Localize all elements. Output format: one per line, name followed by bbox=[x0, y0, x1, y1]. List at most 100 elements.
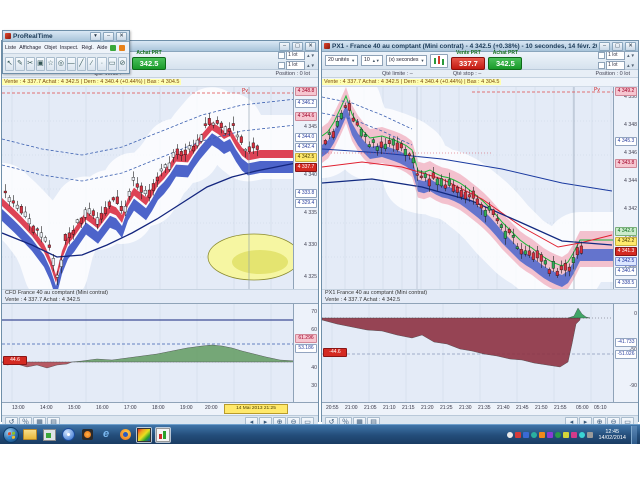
taskbar-app-prorealtime[interactable] bbox=[136, 426, 152, 443]
position-label: Position : 0 lot bbox=[275, 70, 310, 77]
lot-stepper-icon[interactable]: ▲▼ bbox=[306, 53, 315, 58]
pin-icon[interactable]: ▾ bbox=[90, 31, 101, 41]
taskbar-app-internet-explorer[interactable]: e bbox=[98, 427, 114, 443]
tray-icon[interactable] bbox=[547, 431, 554, 438]
maximize-icon[interactable]: ▢ bbox=[292, 41, 303, 51]
position-header-right: Qté limite : – Qté stop : – Position : 0… bbox=[322, 70, 638, 78]
taskbar-app-editor[interactable] bbox=[41, 427, 57, 443]
maximize-icon[interactable]: ▢ bbox=[612, 41, 623, 51]
erase-tool-icon[interactable]: ✂ bbox=[25, 56, 35, 71]
minimize-icon[interactable]: – bbox=[599, 41, 610, 51]
lot-size-field[interactable]: 1 lot bbox=[606, 51, 626, 60]
lot-size-field[interactable]: 1 lot bbox=[286, 61, 306, 70]
tray-icon[interactable] bbox=[587, 431, 594, 438]
lot-checkbox[interactable] bbox=[598, 52, 606, 59]
taskbar-app-media-player[interactable] bbox=[79, 427, 95, 443]
axis-tick-label: 40 bbox=[311, 365, 317, 371]
tray-icon[interactable] bbox=[531, 431, 538, 438]
point-tool-icon[interactable]: · bbox=[97, 56, 107, 71]
taskbar-app-browser-compass[interactable] bbox=[60, 427, 76, 443]
tray-icon[interactable] bbox=[579, 431, 586, 438]
axis-value-box: 4 342.4 bbox=[295, 143, 317, 152]
rect-tool-icon[interactable]: ▭ bbox=[107, 56, 117, 71]
price-chart-canvas[interactable]: Pv bbox=[2, 87, 296, 289]
workspace-green-icon[interactable] bbox=[110, 44, 117, 51]
desktop: 5 minutes, 14 Mai 2013 – ▢ ✕ Qté Limite … bbox=[0, 0, 640, 480]
menu-item-affichage[interactable]: Affichage bbox=[19, 45, 41, 51]
buy-button[interactable]: 342.5 bbox=[132, 57, 166, 70]
lot-checkbox[interactable] bbox=[278, 62, 286, 69]
firefox-icon bbox=[119, 429, 131, 440]
tray-icon[interactable] bbox=[563, 431, 570, 438]
tray-icon[interactable] bbox=[555, 431, 562, 438]
axis-tick-label: 4 344 bbox=[624, 178, 637, 184]
taskbar: e 12:45 14/02/2014 bbox=[0, 424, 640, 444]
taskbar-app-explorer[interactable] bbox=[22, 427, 38, 443]
tray-icon[interactable] bbox=[571, 431, 578, 438]
internet-explorer-icon: e bbox=[102, 428, 110, 440]
lot-stepper-icon[interactable]: ▲▼ bbox=[306, 63, 315, 68]
close-icon[interactable]: ✕ bbox=[625, 41, 636, 51]
indicator-canvas[interactable] bbox=[2, 304, 296, 402]
alert-orange-icon[interactable] bbox=[119, 44, 126, 51]
tray-icon[interactable] bbox=[507, 431, 514, 438]
axis-value-box: 4 349.2 bbox=[615, 87, 637, 96]
taskbar-app-trading-app[interactable] bbox=[155, 426, 171, 443]
lot-stepper-icon[interactable]: ▲▼ bbox=[626, 63, 635, 68]
zoom-tool-icon[interactable]: ◎ bbox=[56, 56, 66, 71]
price-chart-canvas[interactable]: Pv bbox=[322, 87, 616, 289]
time-tick-label: 18:00 bbox=[152, 405, 165, 411]
minimize-icon[interactable]: – bbox=[103, 31, 114, 41]
sell-header: Vente PRT bbox=[456, 50, 481, 56]
sell-button[interactable]: 337.7 bbox=[451, 57, 486, 70]
axis-tick-label: 4 340 bbox=[304, 172, 317, 178]
ellipse-tool-icon[interactable]: ⊘ bbox=[117, 56, 127, 71]
price-chart-left[interactable]: Pv 4 345 4 340 4 335 4 330 4 325 4 348.8 4 346… bbox=[2, 87, 318, 289]
indicator-value-box: -44.6 bbox=[323, 348, 347, 357]
tray-icon[interactable] bbox=[523, 431, 530, 438]
indicator-panel-right[interactable]: 0-50-90-41.733-51.026 -44.6 bbox=[322, 303, 638, 402]
lot-stepper-icon[interactable]: ▲▼ bbox=[626, 53, 635, 58]
units-dropdown[interactable]: 20 unités ▼ bbox=[325, 55, 359, 66]
show-desktop-button[interactable] bbox=[631, 425, 637, 444]
start-button[interactable] bbox=[3, 426, 19, 443]
quote-info-text: Vente : 4 337.7 Achat : 4 342.5 | Dern :… bbox=[322, 79, 502, 85]
taskbar-app-firefox[interactable] bbox=[117, 427, 133, 443]
lot-size-field[interactable]: 1 lot bbox=[606, 61, 626, 70]
menu-item-inspect[interactable]: Inspect. bbox=[60, 45, 79, 51]
unit-type-dropdown[interactable]: (x) secondes ▼ bbox=[385, 55, 428, 66]
axis-value-box: 4 342.2 bbox=[615, 237, 637, 246]
favorite-tool-icon[interactable]: ☆ bbox=[46, 56, 56, 71]
delete-tool-icon[interactable]: ▣ bbox=[35, 56, 45, 71]
select-tool-icon[interactable]: ↖ bbox=[5, 56, 15, 71]
floatwin-titlebar[interactable]: ProRealTime ▾ – ✕ bbox=[3, 31, 129, 42]
menu-item-aide[interactable]: Aide bbox=[97, 45, 108, 51]
time-axis-left: 13:00 14:00 15:00 16:00 17:00 18:00 19:00 20:00… bbox=[2, 402, 318, 415]
hline-tool-icon[interactable]: — bbox=[66, 56, 76, 71]
lot-checkbox[interactable] bbox=[598, 62, 606, 69]
lot-size-field[interactable]: 1 lot bbox=[286, 51, 306, 60]
pencil-tool-icon[interactable]: ✎ bbox=[15, 56, 25, 71]
menu-item-liste[interactable]: Liste bbox=[5, 45, 16, 51]
menu-item-rgl[interactable]: Régl. bbox=[81, 45, 93, 51]
buy-button[interactable]: 342.5 bbox=[488, 57, 523, 70]
taskbar-clock[interactable]: 12:45 14/02/2014 bbox=[598, 429, 626, 441]
lot-checkbox[interactable] bbox=[278, 52, 286, 59]
time-tick-label: 21:40 bbox=[497, 405, 510, 411]
window-icon bbox=[324, 43, 330, 49]
chart-style-icon[interactable] bbox=[430, 53, 449, 68]
indicator-canvas[interactable] bbox=[322, 304, 616, 402]
close-icon[interactable]: ✕ bbox=[305, 41, 316, 51]
tray-icon[interactable] bbox=[515, 431, 522, 438]
indicator-panel-left[interactable]: 706050403061.29653.186 44.6 bbox=[2, 303, 318, 402]
menu-item-objet[interactable]: Objet bbox=[44, 45, 57, 51]
price-chart-right[interactable]: Pv 4 3504 3484 3464 3444 3424 3404 3384 … bbox=[322, 87, 638, 289]
trendline-tool-icon[interactable]: ╱ bbox=[76, 56, 86, 71]
close-icon[interactable]: ✕ bbox=[116, 31, 127, 41]
minimize-icon[interactable]: – bbox=[279, 41, 290, 51]
ray-tool-icon[interactable]: ∕ bbox=[87, 56, 97, 71]
interval-stepper[interactable]: 10 ▲▼ bbox=[361, 55, 383, 66]
tray-icon[interactable] bbox=[539, 431, 546, 438]
svg-text:Pv: Pv bbox=[594, 87, 600, 93]
time-tick-label: 21:20 bbox=[421, 405, 434, 411]
